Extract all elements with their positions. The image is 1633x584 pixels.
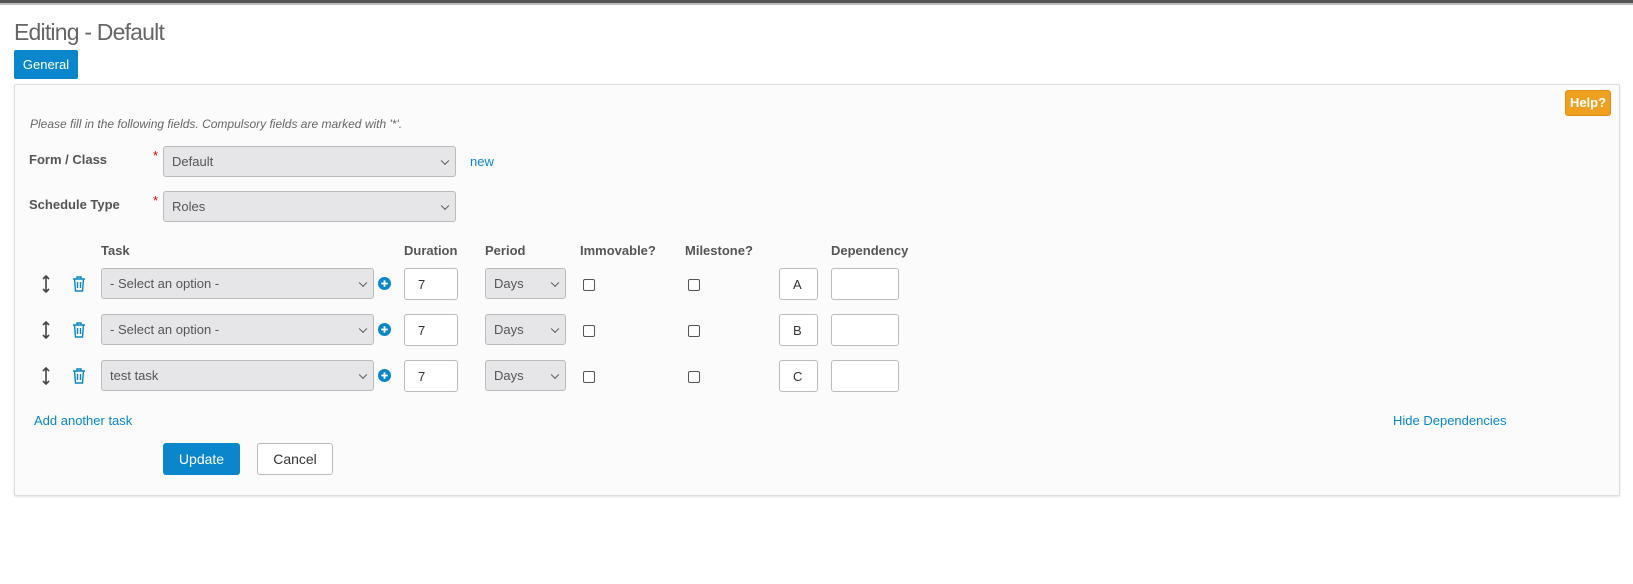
period-select-value: Days (494, 276, 524, 291)
duration-input[interactable]: 7 (404, 314, 458, 346)
form-class-value: Default (172, 154, 214, 169)
task-letter-field[interactable]: C (779, 360, 818, 392)
chevron-down-icon (358, 370, 368, 379)
dependency-input[interactable] (831, 268, 899, 300)
period-select-value: Days (494, 368, 524, 383)
duration-input[interactable]: 7 (404, 360, 458, 392)
form-class-select[interactable]: Default (163, 146, 456, 177)
task-select-value: - Select an option - (110, 322, 220, 337)
tab-general[interactable]: General (14, 50, 78, 79)
trash-icon[interactable] (72, 368, 86, 384)
immovable-checkbox[interactable] (583, 279, 595, 291)
chevron-down-icon (550, 370, 560, 379)
immovable-checkbox[interactable] (583, 371, 595, 383)
required-marker: * (153, 148, 159, 163)
period-select-value: Days (494, 322, 524, 337)
column-header-duration: Duration (404, 243, 458, 258)
hide-dependencies-link[interactable]: Hide Dependencies (1393, 413, 1506, 428)
help-button[interactable]: Help? (1565, 90, 1611, 116)
milestone-checkbox[interactable] (688, 371, 700, 383)
task-select-value: - Select an option - (110, 276, 220, 291)
drag-handle-icon[interactable] (41, 367, 51, 385)
column-header-immovable: Immovable? (580, 243, 656, 258)
task-letter-field[interactable]: B (779, 314, 818, 346)
column-header-task: Task (101, 243, 130, 258)
period-select[interactable]: Days (485, 314, 566, 345)
column-header-period: Period (485, 243, 526, 258)
add-circle-icon[interactable] (378, 369, 391, 382)
top-bar (0, 0, 1633, 5)
task-letter-field[interactable]: A (779, 268, 818, 300)
schedule-type-select[interactable]: Roles (163, 191, 456, 222)
update-button[interactable]: Update (163, 443, 240, 475)
period-select[interactable]: Days (485, 360, 566, 391)
form-instructions: Please fill in the following fields. Com… (30, 117, 403, 131)
period-select[interactable]: Days (485, 268, 566, 299)
dependency-input[interactable] (831, 314, 899, 346)
add-another-task-link[interactable]: Add another task (34, 413, 132, 428)
column-header-milestone: Milestone? (685, 243, 753, 258)
schedule-type-label: Schedule Type (29, 197, 120, 212)
chevron-down-icon (358, 324, 368, 333)
form-class-label: Form / Class (29, 152, 108, 167)
cancel-button[interactable]: Cancel (257, 443, 333, 475)
add-circle-icon[interactable] (378, 277, 391, 290)
chevron-down-icon (440, 156, 450, 165)
schedule-type-value: Roles (172, 199, 206, 214)
trash-icon[interactable] (72, 322, 86, 338)
column-header-dependency: Dependency (831, 243, 909, 258)
trash-icon[interactable] (72, 276, 86, 292)
duration-input[interactable]: 7 (404, 268, 458, 300)
drag-handle-icon[interactable] (41, 275, 51, 293)
new-form-class-link[interactable]: new (470, 154, 494, 169)
task-select[interactable]: test task (101, 360, 374, 391)
task-select-value: test task (110, 368, 159, 383)
task-select[interactable]: - Select an option - (101, 268, 374, 299)
add-circle-icon[interactable] (378, 323, 391, 336)
milestone-checkbox[interactable] (688, 279, 700, 291)
chevron-down-icon (358, 278, 368, 287)
chevron-down-icon (440, 201, 450, 210)
task-select[interactable]: - Select an option - (101, 314, 374, 345)
drag-handle-icon[interactable] (41, 321, 51, 339)
chevron-down-icon (550, 324, 560, 333)
milestone-checkbox[interactable] (688, 325, 700, 337)
required-marker: * (153, 193, 159, 208)
immovable-checkbox[interactable] (583, 325, 595, 337)
chevron-down-icon (550, 278, 560, 287)
page-title: Editing - Default (14, 19, 165, 45)
dependency-input[interactable] (831, 360, 899, 392)
